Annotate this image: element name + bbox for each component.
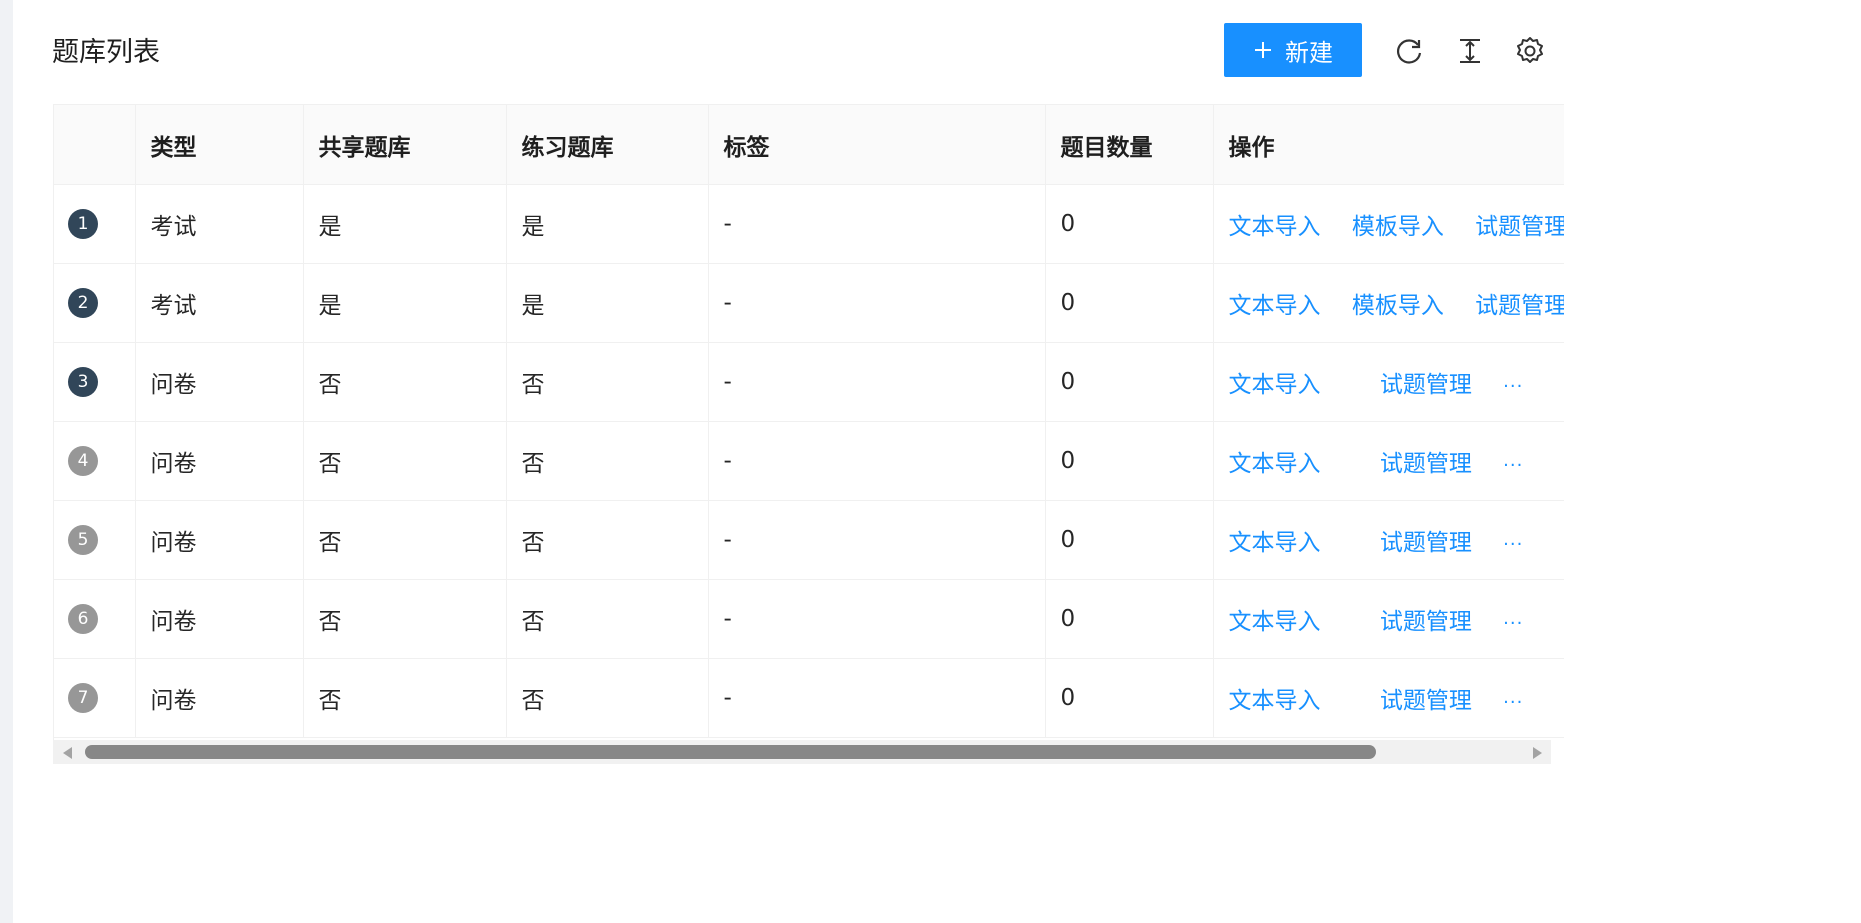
table-row: 5 问卷 否 否 - 0 文本导入 试题管理 ··· <box>54 500 1564 580</box>
scroll-right-arrow-icon[interactable] <box>1533 747 1542 759</box>
cell-practice: 否 <box>506 500 709 580</box>
question-manage-link[interactable]: 试题管理 <box>1380 444 1472 478</box>
text-import-link[interactable]: 文本导入 <box>1229 523 1321 557</box>
question-manage-link[interactable]: 试题管理 <box>1475 286 1564 320</box>
cell-type: 问卷 <box>135 342 304 422</box>
table-row: 4 问卷 否 否 - 0 文本导入 试题管理 ··· <box>54 421 1564 501</box>
column-header-tags: 标签 <box>708 104 1046 185</box>
cell-tags: - <box>708 658 1046 738</box>
cell-tags: - <box>708 500 1046 580</box>
cell-tags: - <box>708 184 1046 264</box>
question-manage-link[interactable]: 试题管理 <box>1475 207 1564 241</box>
more-icon[interactable]: ··· <box>1503 534 1523 555</box>
text-import-link[interactable]: 文本导入 <box>1229 444 1321 478</box>
column-height-icon[interactable] <box>1453 34 1487 68</box>
cell-tags: - <box>708 421 1046 501</box>
table-header-row: 类型 共享题库 练习题库 标签 题目数量 操作 <box>54 104 1564 185</box>
cell-practice: 否 <box>506 658 709 738</box>
new-button-label: 新建 <box>1285 38 1333 67</box>
page-title: 题库列表 <box>52 37 160 68</box>
cell-actions: 文本导入 模板导入 试题管理 <box>1213 184 1564 264</box>
column-header-practice: 练习题库 <box>506 104 709 185</box>
cell-tags: - <box>708 263 1046 343</box>
text-import-link[interactable]: 文本导入 <box>1229 207 1321 241</box>
column-header-shared: 共享题库 <box>303 104 507 185</box>
text-import-link[interactable]: 文本导入 <box>1229 365 1321 399</box>
cell-practice: 是 <box>506 184 709 264</box>
column-header-count: 题目数量 <box>1045 104 1214 185</box>
cell-type: 考试 <box>135 184 304 264</box>
cell-type: 问卷 <box>135 579 304 659</box>
cell-count: 0 <box>1045 342 1214 422</box>
question-manage-link[interactable]: 试题管理 <box>1380 365 1472 399</box>
cell-shared: 否 <box>303 500 507 580</box>
question-manage-link[interactable]: 试题管理 <box>1380 681 1472 715</box>
cell-count: 0 <box>1045 658 1214 738</box>
cell-practice: 是 <box>506 263 709 343</box>
text-import-link[interactable]: 文本导入 <box>1229 681 1321 715</box>
cell-tags: - <box>708 579 1046 659</box>
row-index-badge: 5 <box>68 525 98 555</box>
plus-icon <box>1253 40 1273 60</box>
table-row: 3 问卷 否 否 - 0 文本导入 试题管理 ··· <box>54 342 1564 422</box>
column-header-type: 类型 <box>135 104 304 185</box>
more-icon[interactable]: ··· <box>1503 455 1523 476</box>
template-import-link[interactable]: 模板导入 <box>1352 286 1444 320</box>
column-header-actions: 操作 <box>1213 104 1564 185</box>
cell-actions: 文本导入 试题管理 ··· <box>1213 421 1564 501</box>
scrollbar-thumb[interactable] <box>85 745 1376 759</box>
cell-shared: 否 <box>303 342 507 422</box>
question-manage-link[interactable]: 试题管理 <box>1380 602 1472 636</box>
cell-count: 0 <box>1045 579 1214 659</box>
new-button[interactable]: 新建 <box>1224 23 1362 77</box>
more-icon[interactable]: ··· <box>1503 692 1523 713</box>
cell-type: 考试 <box>135 263 304 343</box>
cell-type: 问卷 <box>135 658 304 738</box>
cell-actions: 文本导入 模板导入 试题管理 <box>1213 263 1564 343</box>
table-row: 1 考试 是 是 - 0 文本导入 模板导入 试题管理 <box>54 184 1564 264</box>
cell-actions: 文本导入 试题管理 ··· <box>1213 500 1564 580</box>
cell-count: 0 <box>1045 421 1214 501</box>
table-row: 7 问卷 否 否 - 0 文本导入 试题管理 ··· <box>54 658 1564 738</box>
row-index-badge: 2 <box>68 288 98 318</box>
row-index-badge: 1 <box>68 209 98 239</box>
question-manage-link[interactable]: 试题管理 <box>1380 523 1472 557</box>
cell-actions: 文本导入 试题管理 ··· <box>1213 342 1564 422</box>
setting-icon[interactable] <box>1513 34 1547 68</box>
row-index-badge: 4 <box>68 446 98 476</box>
more-icon[interactable]: ··· <box>1503 376 1523 397</box>
cell-shared: 是 <box>303 184 507 264</box>
cell-shared: 否 <box>303 579 507 659</box>
cell-actions: 文本导入 试题管理 ··· <box>1213 658 1564 738</box>
cell-count: 0 <box>1045 184 1214 264</box>
table-row: 6 问卷 否 否 - 0 文本导入 试题管理 ··· <box>54 579 1564 659</box>
cell-count: 0 <box>1045 263 1214 343</box>
row-index-badge: 6 <box>68 604 98 634</box>
cell-count: 0 <box>1045 500 1214 580</box>
cell-practice: 否 <box>506 342 709 422</box>
text-import-link[interactable]: 文本导入 <box>1229 286 1321 320</box>
cell-practice: 否 <box>506 421 709 501</box>
scroll-left-arrow-icon[interactable] <box>63 747 72 759</box>
reload-icon[interactable] <box>1392 34 1426 68</box>
cell-shared: 是 <box>303 263 507 343</box>
cell-tags: - <box>708 342 1046 422</box>
table-row: 2 考试 是 是 - 0 文本导入 模板导入 试题管理 <box>54 263 1564 343</box>
horizontal-scrollbar[interactable] <box>53 740 1551 764</box>
question-bank-table: 类型 共享题库 练习题库 标签 题目数量 操作 1 考试 是 是 - 0 文本导… <box>53 104 1564 764</box>
more-icon[interactable]: ··· <box>1503 613 1523 634</box>
cell-type: 问卷 <box>135 421 304 501</box>
cell-type: 问卷 <box>135 500 304 580</box>
cell-actions: 文本导入 试题管理 ··· <box>1213 579 1564 659</box>
column-header-index <box>54 104 136 185</box>
template-import-link[interactable]: 模板导入 <box>1352 207 1444 241</box>
row-index-badge: 3 <box>68 367 98 397</box>
cell-practice: 否 <box>506 579 709 659</box>
cell-shared: 否 <box>303 421 507 501</box>
cell-shared: 否 <box>303 658 507 738</box>
text-import-link[interactable]: 文本导入 <box>1229 602 1321 636</box>
row-index-badge: 7 <box>68 683 98 713</box>
